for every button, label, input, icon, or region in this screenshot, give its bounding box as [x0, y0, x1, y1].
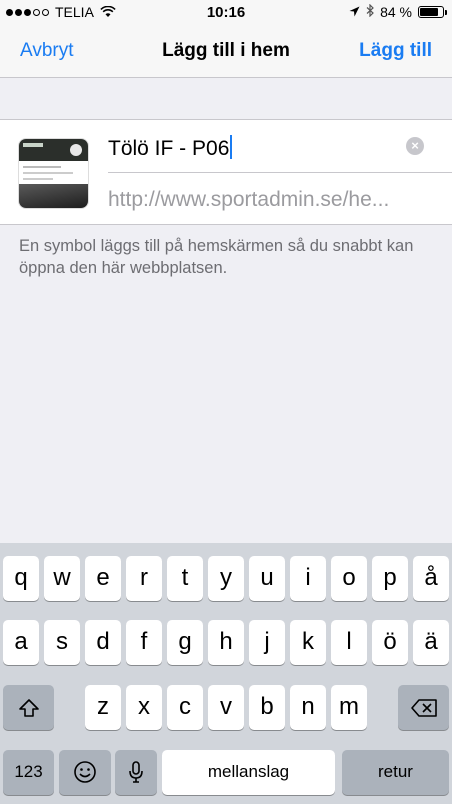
- navigation-bar: Avbryt Lägg till i hem Lägg till: [0, 26, 452, 78]
- key-a[interactable]: a: [3, 620, 39, 665]
- key-t[interactable]: t: [167, 556, 203, 601]
- key-x[interactable]: x: [126, 685, 162, 730]
- battery-icon: [418, 6, 447, 18]
- location-arrow-icon: [349, 4, 360, 20]
- key-f[interactable]: f: [126, 620, 162, 665]
- key-a-ring[interactable]: å: [413, 556, 449, 601]
- backspace-icon: [410, 699, 437, 717]
- key-i[interactable]: i: [290, 556, 326, 601]
- key-g[interactable]: g: [167, 620, 203, 665]
- site-thumbnail: [18, 138, 89, 209]
- battery-percent: 84 %: [380, 4, 412, 20]
- key-c[interactable]: c: [167, 685, 203, 730]
- key-j[interactable]: j: [249, 620, 285, 665]
- status-right: 84 %: [349, 3, 447, 20]
- title-input[interactable]: Tölö IF - P06: [108, 135, 233, 161]
- key-o-umlaut[interactable]: ö: [372, 620, 408, 665]
- key-h[interactable]: h: [208, 620, 244, 665]
- shift-key[interactable]: [3, 685, 54, 730]
- status-bar: TELIA 10:16 84 %: [0, 0, 452, 26]
- key-k[interactable]: k: [290, 620, 326, 665]
- info-text: En symbol läggs till på hemskärmen så du…: [19, 237, 414, 277]
- key-w[interactable]: w: [44, 556, 80, 601]
- bluetooth-icon: [366, 3, 374, 20]
- key-z[interactable]: z: [85, 685, 121, 730]
- space-key[interactable]: mellanslag: [162, 750, 335, 795]
- key-p[interactable]: p: [372, 556, 408, 601]
- dictation-key[interactable]: [115, 750, 157, 795]
- title-field[interactable]: Tölö IF - P06 ×: [108, 120, 452, 173]
- key-q[interactable]: q: [3, 556, 39, 601]
- return-key[interactable]: retur: [342, 750, 449, 795]
- add-button[interactable]: Lägg till: [359, 40, 432, 62]
- url-text: http://www.sportadmin.se/he...: [108, 188, 390, 211]
- key-r[interactable]: r: [126, 556, 162, 601]
- key-s[interactable]: s: [44, 620, 80, 665]
- key-o[interactable]: o: [331, 556, 367, 601]
- shift-icon: [18, 699, 39, 717]
- key-y[interactable]: y: [208, 556, 244, 601]
- key-a-umlaut[interactable]: ä: [413, 620, 449, 665]
- cancel-button[interactable]: Avbryt: [20, 40, 74, 62]
- key-l[interactable]: l: [331, 620, 367, 665]
- backspace-key[interactable]: [398, 685, 449, 730]
- microphone-icon: [129, 761, 143, 783]
- key-m[interactable]: m: [331, 685, 367, 730]
- key-e[interactable]: e: [85, 556, 121, 601]
- url-field: http://www.sportadmin.se/he...: [108, 173, 452, 226]
- numbers-key[interactable]: 123: [3, 750, 54, 795]
- key-b[interactable]: b: [249, 685, 285, 730]
- key-d[interactable]: d: [85, 620, 121, 665]
- emoji-key[interactable]: [59, 750, 111, 795]
- bookmark-form: Tölö IF - P06 × http://www.sportadmin.se…: [0, 119, 452, 225]
- emoji-icon: [74, 761, 96, 783]
- key-n[interactable]: n: [290, 685, 326, 730]
- key-v[interactable]: v: [208, 685, 244, 730]
- key-u[interactable]: u: [249, 556, 285, 601]
- clear-text-icon[interactable]: ×: [406, 137, 424, 155]
- keyboard: q w e r t y u i o p å a s d f g h j k l …: [0, 543, 452, 804]
- text-cursor: [230, 135, 233, 159]
